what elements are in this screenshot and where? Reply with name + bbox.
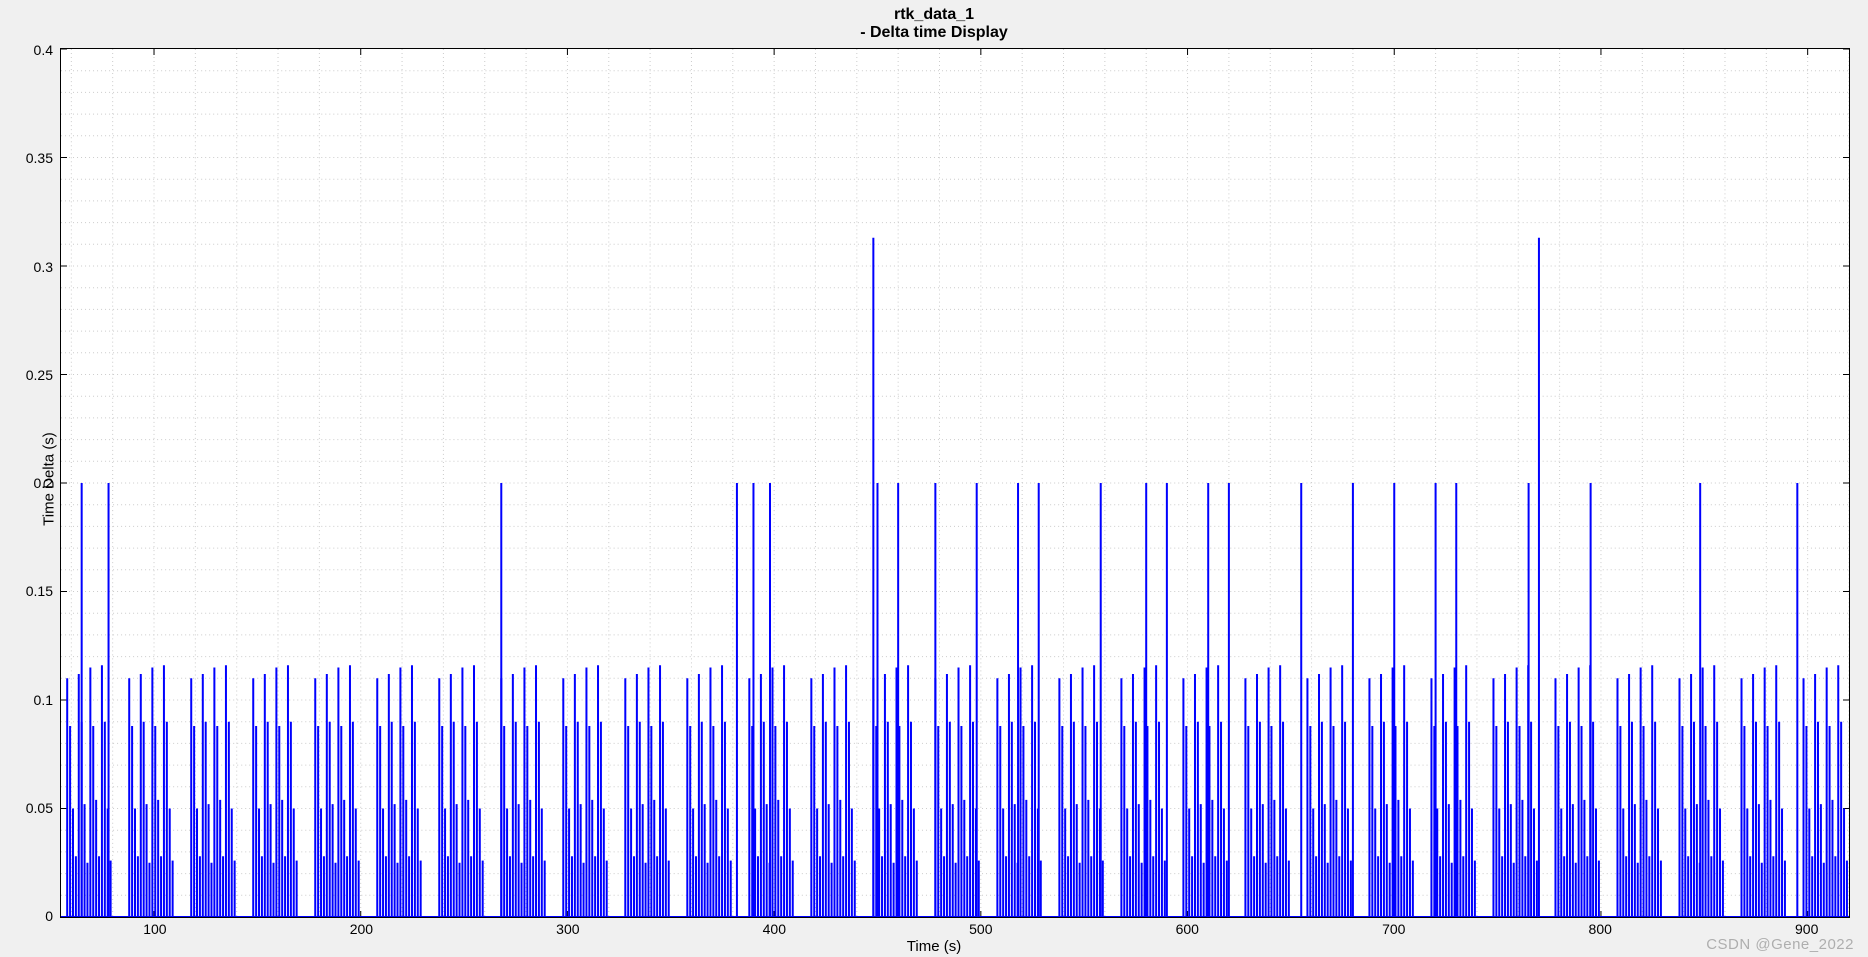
axes[interactable]: 10020030040050060070080090000.050.10.150… [60, 48, 1850, 918]
figure: rtk_data_1 - Delta time Display Time Del… [0, 0, 1868, 957]
y-tick-label: 0 [45, 908, 53, 924]
x-tick-label: 700 [1382, 921, 1405, 937]
x-tick-label: 300 [556, 921, 579, 937]
chart-title: rtk_data_1 [0, 6, 1868, 24]
x-tick-label: 400 [763, 921, 786, 937]
y-tick-label: 0.4 [34, 42, 53, 58]
x-tick-label: 100 [143, 921, 166, 937]
x-tick-label: 800 [1589, 921, 1612, 937]
y-tick-label: 0.15 [26, 583, 53, 599]
x-tick-label: 900 [1795, 921, 1818, 937]
y-tick-label: 0.25 [26, 367, 53, 383]
x-tick-label: 500 [969, 921, 992, 937]
plot-area [61, 49, 1849, 917]
x-tick-label: 600 [1176, 921, 1199, 937]
x-tick-label: 200 [350, 921, 373, 937]
chart-subtitle: - Delta time Display [0, 24, 1868, 42]
y-tick-label: 0.2 [34, 475, 53, 491]
y-tick-label: 0.1 [34, 692, 53, 708]
y-tick-label: 0.3 [34, 259, 53, 275]
chart-title-block: rtk_data_1 - Delta time Display [0, 6, 1868, 42]
y-tick-label: 0.05 [26, 800, 53, 816]
y-tick-label: 0.35 [26, 150, 53, 166]
x-axis-label: Time (s) [0, 938, 1868, 955]
